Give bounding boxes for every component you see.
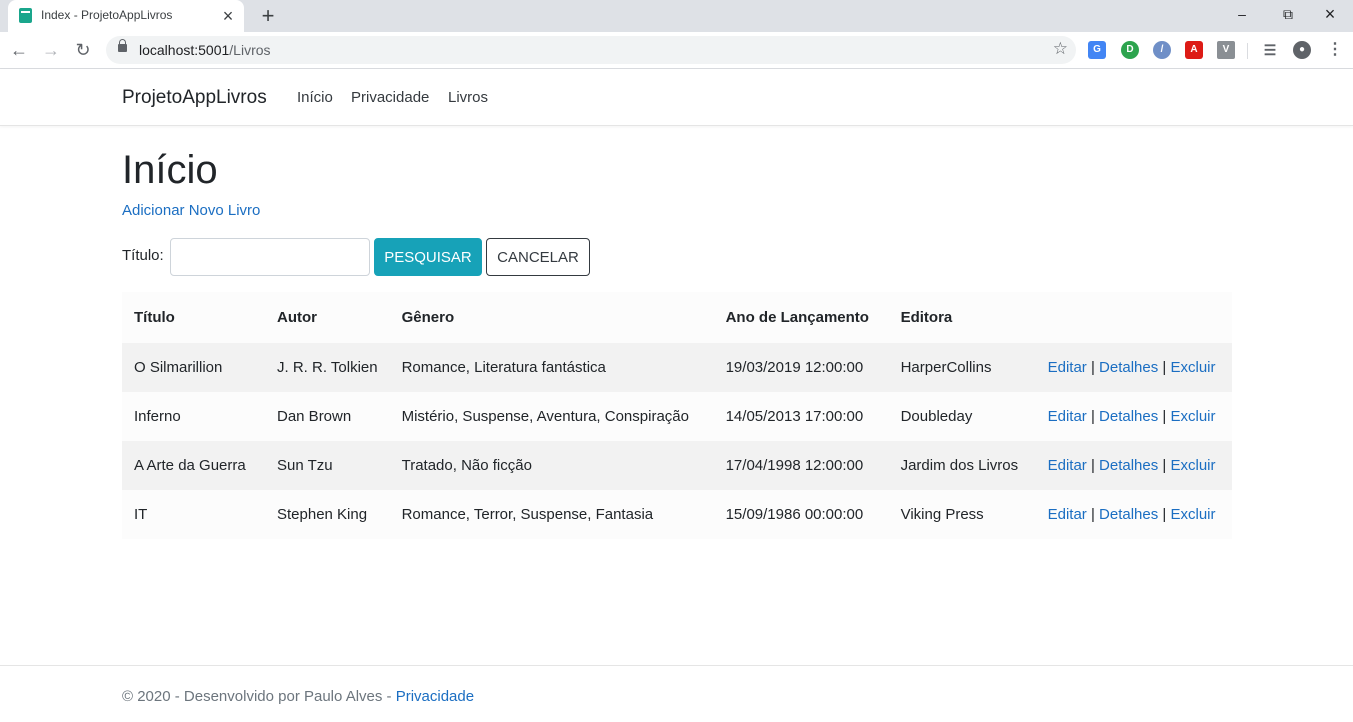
title-search-input[interactable] <box>170 238 370 276</box>
table-header-row: Título Autor Gênero Ano de Lançamento Ed… <box>122 292 1232 343</box>
nav-link-privacidade[interactable]: Privacidade <box>351 89 429 106</box>
back-icon[interactable]: ← <box>5 36 33 64</box>
bookmark-star-icon[interactable]: ☆ <box>1053 39 1068 59</box>
cell-autor: Dan Brown <box>277 408 352 425</box>
page-title: Início <box>122 148 218 192</box>
table-row: IT Stephen King Romance, Terror, Suspens… <box>122 490 1232 539</box>
table-row: Inferno Dan Brown Mistério, Suspense, Av… <box>122 392 1232 441</box>
reload-icon[interactable]: ↻ <box>69 36 97 64</box>
cell-ano: 19/03/2019 12:00:00 <box>725 359 864 376</box>
cell-editora: Viking Press <box>900 506 984 523</box>
browser-tab[interactable]: Index - ProjetoAppLivros × <box>8 0 244 32</box>
edit-link[interactable]: Editar <box>1048 457 1087 474</box>
action-separator: | <box>1090 408 1095 425</box>
cell-actions: Editar | Detalhes | Excluir <box>1036 343 1232 392</box>
details-link[interactable]: Detalhes <box>1099 359 1158 376</box>
close-tab-icon[interactable]: × <box>218 6 238 26</box>
cancel-button[interactable]: CANCELAR <box>486 238 590 276</box>
delete-link[interactable]: Excluir <box>1170 506 1215 523</box>
cell-editora: Doubleday <box>900 408 973 425</box>
cell-actions: Editar | Detalhes | Excluir <box>1036 441 1232 490</box>
media-control-icon[interactable]: ☰ <box>1261 41 1279 59</box>
cell-titulo: Inferno <box>134 408 181 425</box>
action-separator: | <box>1162 457 1167 474</box>
cell-actions: Editar | Detalhes | Excluir <box>1036 490 1232 539</box>
brand-link[interactable]: ProjetoAppLivros <box>122 87 267 109</box>
cell-autor: Stephen King <box>277 506 368 523</box>
url-text[interactable]: localhost:5001/Livros <box>139 42 271 58</box>
edit-link[interactable]: Editar <box>1048 408 1087 425</box>
header-titulo: Título <box>134 309 175 326</box>
header-ano: Ano de Lançamento <box>725 309 869 326</box>
books-table: Título Autor Gênero Ano de Lançamento Ed… <box>122 292 1232 539</box>
toolbar-divider <box>1247 43 1248 59</box>
site-navbar: ProjetoAppLivros Início Privacidade Livr… <box>0 69 1353 126</box>
footer-privacy-link[interactable]: Privacidade <box>396 688 474 705</box>
cell-ano: 15/09/1986 00:00:00 <box>725 506 864 523</box>
details-link[interactable]: Detalhes <box>1099 408 1158 425</box>
nav-link-inicio[interactable]: Início <box>297 89 333 106</box>
footer-text: © 2020 - Desenvolvido por Paulo Alves - … <box>122 688 474 705</box>
header-genero: Gênero <box>401 309 455 326</box>
extension-feather-icon[interactable]: / <box>1153 41 1171 59</box>
cell-ano: 17/04/1998 12:00:00 <box>725 457 864 474</box>
action-separator: | <box>1162 506 1167 523</box>
translate-extension-icon[interactable]: G <box>1088 41 1106 59</box>
header-actions <box>1036 292 1232 343</box>
browser-toolbar: ← → ↻ localhost:5001/Livros ☆ G D / A V … <box>0 32 1353 69</box>
new-tab-icon[interactable]: + <box>256 4 280 28</box>
book-favicon-icon <box>19 8 32 23</box>
profile-avatar-icon[interactable]: ● <box>1293 41 1311 59</box>
cell-autor: Sun Tzu <box>277 457 333 474</box>
browser-tabstrip: Index - ProjetoAppLivros × + – ⧉ × <box>0 0 1353 32</box>
table-row: O Silmarillion J. R. R. Tolkien Romance,… <box>122 343 1232 392</box>
site-footer: © 2020 - Desenvolvido por Paulo Alves - … <box>0 665 1353 722</box>
cell-editora: Jardim dos Livros <box>900 457 1019 474</box>
header-autor: Autor <box>277 309 317 326</box>
cell-genero: Romance, Literatura fantástica <box>401 359 606 376</box>
action-separator: | <box>1090 359 1095 376</box>
nav-link-livros[interactable]: Livros <box>448 89 488 106</box>
delete-link[interactable]: Excluir <box>1170 359 1215 376</box>
delete-link[interactable]: Excluir <box>1170 408 1215 425</box>
action-separator: | <box>1090 457 1095 474</box>
close-window-icon[interactable]: × <box>1307 0 1353 30</box>
action-separator: | <box>1162 408 1167 425</box>
cell-genero: Tratado, Não ficção <box>401 457 532 474</box>
address-bar[interactable]: localhost:5001/Livros ☆ <box>106 36 1076 64</box>
cell-titulo: O Silmarillion <box>134 359 223 376</box>
table-row: A Arte da Guerra Sun Tzu Tratado, Não fi… <box>122 441 1232 490</box>
cell-actions: Editar | Detalhes | Excluir <box>1036 392 1232 441</box>
search-button[interactable]: PESQUISAR <box>374 238 482 276</box>
restore-icon[interactable]: ⧉ <box>1265 0 1311 30</box>
delete-link[interactable]: Excluir <box>1170 457 1215 474</box>
action-separator: | <box>1090 506 1095 523</box>
cell-autor: J. R. R. Tolkien <box>277 359 378 376</box>
edit-link[interactable]: Editar <box>1048 359 1087 376</box>
cell-titulo: IT <box>134 506 148 523</box>
extension-d-icon[interactable]: D <box>1121 41 1139 59</box>
header-editora: Editora <box>900 309 953 326</box>
menu-kebab-icon[interactable]: ⋮ <box>1326 41 1344 59</box>
forward-icon[interactable]: → <box>37 36 65 64</box>
footer-copyright: © 2020 - Desenvolvido por Paulo Alves - <box>122 688 396 705</box>
cell-titulo: A Arte da Guerra <box>134 457 246 474</box>
vue-extension-icon[interactable]: V <box>1217 41 1235 59</box>
angular-extension-icon[interactable]: A <box>1185 41 1203 59</box>
search-label: Título: <box>122 247 164 264</box>
cell-genero: Romance, Terror, Suspense, Fantasia <box>401 506 654 523</box>
cell-editora: HarperCollins <box>900 359 992 376</box>
edit-link[interactable]: Editar <box>1048 506 1087 523</box>
minimize-icon[interactable]: – <box>1219 0 1265 30</box>
lock-icon <box>118 39 127 52</box>
cell-ano: 14/05/2013 17:00:00 <box>725 408 864 425</box>
tab-title: Index - ProjetoAppLivros <box>41 8 173 22</box>
action-separator: | <box>1162 359 1167 376</box>
cell-genero: Mistério, Suspense, Aventura, Conspiraçã… <box>401 408 689 425</box>
details-link[interactable]: Detalhes <box>1099 506 1158 523</box>
add-book-link[interactable]: Adicionar Novo Livro <box>122 202 260 219</box>
details-link[interactable]: Detalhes <box>1099 457 1158 474</box>
